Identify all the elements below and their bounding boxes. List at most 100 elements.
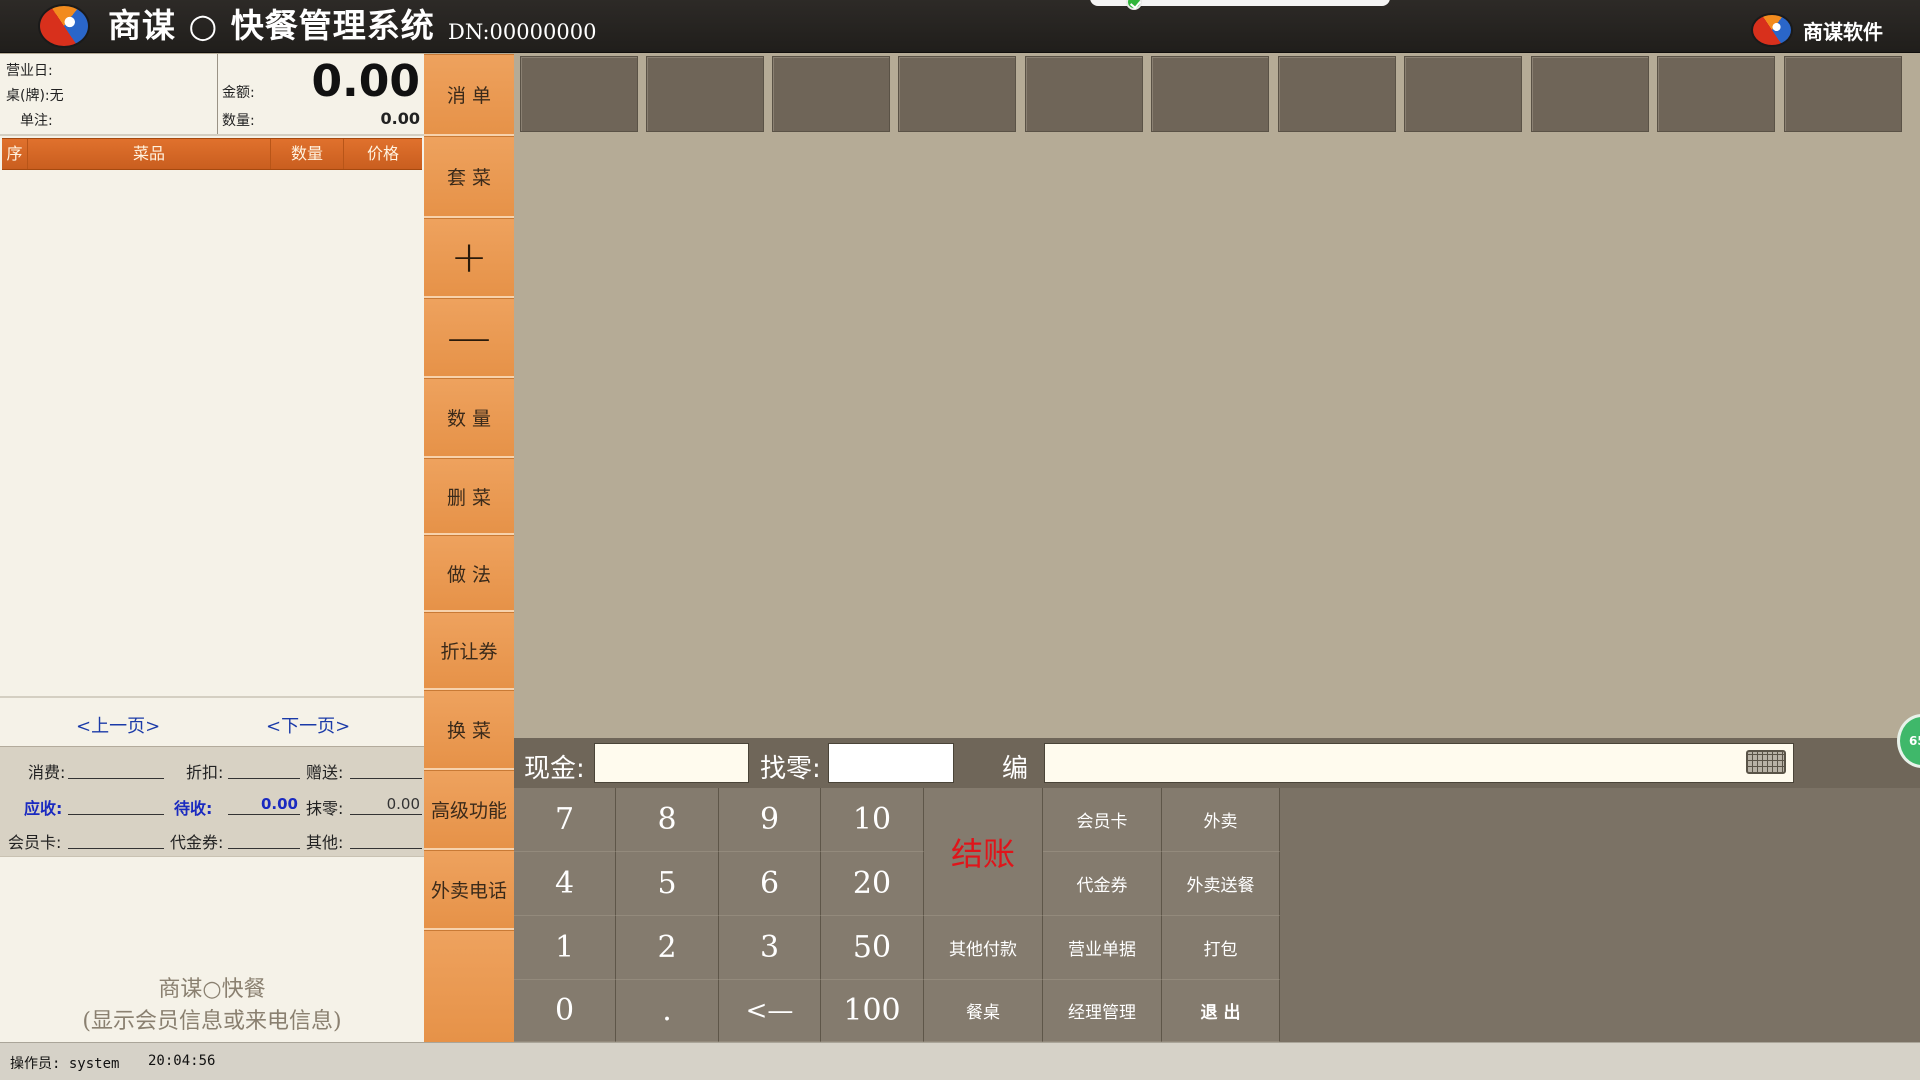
delete-dish-label: 删 菜 bbox=[446, 486, 492, 509]
cooking-method-button[interactable]: 做 法 bbox=[424, 535, 514, 612]
takeout-phone-button[interactable]: 外卖电话 bbox=[424, 850, 514, 930]
key-9[interactable]: 9 bbox=[719, 788, 821, 852]
key-5[interactable]: 5 bbox=[616, 852, 719, 916]
member-card-button[interactable]: 会员卡 bbox=[1043, 788, 1162, 852]
key-50[interactable]: 50 bbox=[821, 916, 924, 980]
blank-function-button[interactable] bbox=[424, 930, 514, 1042]
key-10[interactable]: 10 bbox=[821, 788, 924, 852]
dn-number: DN:00000000 bbox=[448, 20, 597, 44]
member-card-value bbox=[68, 829, 164, 849]
advanced-functions-button[interactable]: 高级功能 bbox=[424, 770, 514, 850]
consume-value bbox=[68, 759, 164, 779]
category-tile[interactable] bbox=[1657, 56, 1775, 132]
swap-dish-button[interactable]: 换 菜 bbox=[424, 690, 514, 770]
other-value bbox=[350, 829, 422, 849]
column-dish[interactable]: 菜品 bbox=[28, 139, 271, 169]
table-button[interactable]: 餐桌 bbox=[924, 980, 1043, 1042]
prev-page-link[interactable]: <上一页> bbox=[76, 712, 160, 738]
category-tile[interactable] bbox=[520, 56, 638, 132]
quantity-label: 数量: bbox=[222, 113, 255, 129]
category-tile[interactable] bbox=[1025, 56, 1143, 132]
key-1[interactable]: 1 bbox=[514, 916, 616, 980]
quantity-button[interactable]: 数 量 bbox=[424, 378, 514, 458]
backspace-key[interactable]: <— bbox=[719, 980, 821, 1042]
app-title: 商谋 ○ 快餐管理系统 bbox=[108, 6, 435, 45]
category-tile[interactable] bbox=[1784, 56, 1902, 132]
pending-label: 待收: bbox=[174, 799, 213, 818]
manager-button[interactable]: 经理管理 bbox=[1043, 980, 1162, 1042]
voucher-button[interactable]: 代金券 bbox=[1043, 852, 1162, 916]
keypad: 7 8 9 10 4 5 6 20 1 2 3 50 0 . <— 100 结账… bbox=[514, 788, 1920, 1042]
takeout-phone-label: 外卖电话 bbox=[430, 880, 507, 902]
receivable-label: 应收: bbox=[24, 799, 63, 818]
gift-label: 赠送: bbox=[306, 763, 344, 782]
function-column: 消 单 套 菜 + — 数 量 删 菜 做 法 折让券 换 菜 高级功能 外卖电… bbox=[424, 54, 514, 1042]
order-items-list[interactable] bbox=[2, 171, 422, 696]
key-20[interactable]: 20 bbox=[821, 852, 924, 916]
set-meal-label: 套 菜 bbox=[446, 167, 492, 189]
order-panel: 营业日: 桌(牌):无 单注: 金额: 0.00 数量: 0.00 序 菜品 数… bbox=[0, 54, 424, 1080]
category-tile[interactable] bbox=[646, 56, 764, 132]
order-info: 营业日: 桌(牌):无 单注: bbox=[0, 54, 218, 134]
change-input[interactable] bbox=[828, 743, 954, 783]
key-0[interactable]: 0 bbox=[514, 980, 616, 1042]
brand-logo-icon bbox=[1751, 13, 1793, 47]
discount-label: 折扣: bbox=[186, 763, 224, 782]
delete-dish-button[interactable]: 删 菜 bbox=[424, 458, 514, 535]
code-input[interactable] bbox=[1044, 743, 1794, 783]
category-tile[interactable] bbox=[772, 56, 890, 132]
cash-input[interactable] bbox=[594, 743, 749, 783]
pager: <上一页> <下一页> bbox=[0, 696, 424, 746]
order-totals: 金额: 0.00 数量: 0.00 bbox=[218, 54, 424, 134]
business-day: 营业日: bbox=[6, 63, 53, 79]
brand-name: 商谋软件 bbox=[1803, 20, 1883, 44]
key-dot[interactable]: . bbox=[616, 980, 719, 1042]
pack-button[interactable]: 打包 bbox=[1162, 916, 1280, 980]
clear-order-button[interactable]: 消 单 bbox=[424, 54, 514, 136]
pending-value: 0.00 bbox=[228, 795, 300, 815]
order-table-header: 序 菜品 数量 价格 bbox=[2, 138, 422, 170]
category-tile[interactable] bbox=[898, 56, 1016, 132]
keyboard-icon[interactable] bbox=[1746, 750, 1786, 774]
next-page-link[interactable]: <下一页> bbox=[266, 712, 350, 738]
title-bar: 商谋 ○ 快餐管理系统 DN:00000000 商谋软件 bbox=[0, 0, 1920, 53]
discount-value bbox=[228, 759, 300, 779]
code-label: 编 bbox=[1002, 754, 1029, 784]
key-3[interactable]: 3 bbox=[719, 916, 821, 980]
key-8[interactable]: 8 bbox=[616, 788, 719, 852]
category-tile[interactable] bbox=[1151, 56, 1269, 132]
column-quantity[interactable]: 数量 bbox=[271, 139, 344, 169]
amount-label: 金额: bbox=[222, 85, 255, 101]
key-100[interactable]: 100 bbox=[821, 980, 924, 1042]
discount-coupon-button[interactable]: 折让券 bbox=[424, 612, 514, 690]
exit-button[interactable]: 退 出 bbox=[1162, 980, 1280, 1042]
other-payment-button[interactable]: 其他付款 bbox=[924, 916, 1043, 980]
consume-label: 消费: bbox=[28, 763, 66, 782]
gift-value bbox=[350, 759, 422, 779]
discount-coupon-label: 折让券 bbox=[440, 641, 498, 663]
voucher-value bbox=[228, 829, 300, 849]
increase-button[interactable]: + bbox=[424, 218, 514, 298]
member-panel-title: 商谋○快餐 bbox=[158, 977, 266, 1002]
category-tile[interactable] bbox=[1531, 56, 1649, 132]
dish-grid[interactable] bbox=[514, 136, 1914, 736]
set-meal-button[interactable]: 套 菜 bbox=[424, 136, 514, 218]
column-price[interactable]: 价格 bbox=[344, 139, 422, 169]
category-tile[interactable] bbox=[1278, 56, 1396, 132]
decrease-button[interactable]: — bbox=[424, 298, 514, 378]
business-receipts-button[interactable]: 营业单据 bbox=[1043, 916, 1162, 980]
minus-icon: — bbox=[447, 311, 491, 363]
takeout-delivery-button[interactable]: 外卖送餐 bbox=[1162, 852, 1280, 916]
amount-value: 0.00 bbox=[311, 56, 420, 107]
rounding-label: 抹零: bbox=[306, 799, 344, 818]
key-6[interactable]: 6 bbox=[719, 852, 821, 916]
voucher-label: 代金券: bbox=[170, 833, 224, 852]
key-4[interactable]: 4 bbox=[514, 852, 616, 916]
checkout-button[interactable]: 结账 bbox=[924, 788, 1043, 916]
category-tile[interactable] bbox=[1404, 56, 1522, 132]
key-2[interactable]: 2 bbox=[616, 916, 719, 980]
takeout-button[interactable]: 外卖 bbox=[1162, 788, 1280, 852]
column-seq[interactable]: 序 bbox=[2, 139, 28, 169]
quantity-button-label: 数 量 bbox=[446, 408, 492, 430]
key-7[interactable]: 7 bbox=[514, 788, 616, 852]
